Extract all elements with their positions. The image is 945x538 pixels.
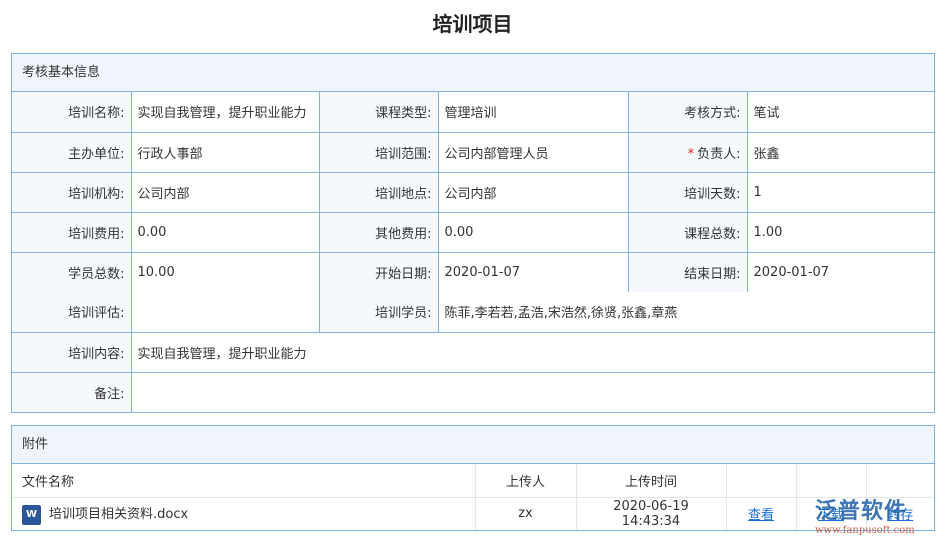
field-value: 公司内部 [437, 171, 629, 213]
field-value: 公司内部 [130, 171, 320, 213]
page-title: 培训项目 [432, 12, 513, 36]
field-label: 课程类型: [318, 92, 439, 133]
upload-time: 2020-06-19 14:43:34 [576, 497, 727, 530]
field-label: 学员总数: [12, 251, 132, 292]
field-label: 培训费用: [12, 211, 132, 253]
field-value: 0.00 [130, 211, 320, 253]
field-label-text: 负责人: [697, 146, 741, 162]
field-label: * 负责人: [627, 131, 748, 173]
info-row-remark: 备注: [12, 371, 934, 412]
field-label-text: 培训机构: [68, 186, 125, 202]
field-label-text: 其他费用: [375, 226, 432, 242]
attachments-header: 附件 [12, 426, 934, 464]
field-label-text: 考核方式: [684, 106, 741, 122]
field-label-text: 课程总数: [684, 226, 741, 242]
field-label-text: 培训地点: [375, 186, 432, 202]
field-label: 培训地点: [318, 171, 439, 213]
field-label-text: 培训费用: [68, 226, 125, 242]
field-label: 培训机构: [12, 171, 132, 213]
basic-info-header: 考核基本信息 [12, 54, 934, 92]
file-name: 培训项目相关资料.docx [49, 507, 189, 522]
table-row: W 培训项目相关资料.docx zx 2020-06-19 14:43:34 查看… [12, 497, 934, 530]
field-label: 培训名称: [12, 92, 132, 133]
field-label: 开始日期: [318, 251, 439, 292]
field-label: 培训内容: [12, 331, 132, 373]
field-value: 1 [746, 171, 934, 213]
field-value: 实现自我管理，提升职业能力 [130, 92, 320, 133]
field-label: 其他费用: [318, 211, 439, 253]
info-row: 主办单位: 行政人事部 培训范围: 公司内部管理人员 * 负责人: 张鑫 [12, 131, 934, 173]
field-label-text: 培训名称: [68, 106, 125, 122]
info-row: 培训名称: 实现自我管理，提升职业能力 课程类型: 管理培训 考核方式: 笔试 [12, 92, 934, 133]
field-value: 陈菲,李若若,孟浩,宋浩然,徐贤,张鑫,章燕 [437, 292, 934, 333]
basic-info-table: 培训名称: 实现自我管理，提升职业能力 课程类型: 管理培训 考核方式: 笔试主办单位: 行… [12, 92, 934, 412]
field-label: 课程总数: [627, 211, 748, 253]
field-label: 主办单位: [12, 131, 132, 173]
field-value: 实现自我管理，提升职业能力 [130, 331, 934, 373]
watermark-text: 泛普软件 [815, 499, 908, 524]
info-row-eval: 培训评估: 培训学员: 陈菲,李若若,孟浩,宋浩然,徐贤,张鑫,章燕 [12, 292, 934, 333]
field-value [130, 371, 934, 412]
field-value: 笔试 [746, 92, 934, 133]
field-label: 培训天数: [627, 171, 748, 213]
field-label-text: 主办单位: [68, 146, 125, 162]
field-value: 张鑫 [746, 131, 934, 173]
watermark-logo: 泛普软件 www.fanpusoft.com [815, 493, 915, 536]
info-row: 学员总数: 10.00 开始日期: 2020-01-07 结束日期: 2020-01-07 [12, 251, 934, 292]
field-value: 管理培训 [437, 92, 629, 133]
field-value [130, 292, 320, 333]
field-label: 培训评估: [12, 292, 132, 333]
attachments-table: 文件名称 上传人 上传时间 W 培训项目相关资料.docx zx 2020-06-… [12, 464, 934, 530]
file-name-cell: W 培训项目相关资料.docx [12, 497, 476, 530]
uploader: zx [475, 497, 577, 530]
view-link[interactable]: 查看 [748, 508, 774, 523]
field-label-text: 学员总数: [68, 266, 125, 282]
col-header: 上传人 [475, 464, 577, 498]
info-row-content: 培训内容: 实现自我管理，提升职业能力 [12, 331, 934, 373]
field-value: 2020-01-07 [437, 251, 629, 292]
field-value: 行政人事部 [130, 131, 320, 173]
field-label-text: 培训天数: [684, 186, 741, 202]
basic-info-panel: 考核基本信息 培训名称: 实现自我管理，提升职业能力 课程类型: 管理培训 考核方式: 笔… [11, 53, 935, 413]
watermark-url: www.fanpusoft.com [815, 525, 915, 536]
field-label-text: 课程类型: [375, 106, 432, 122]
field-label: 备注: [12, 371, 132, 412]
field-value: 10.00 [130, 251, 320, 292]
attachments-panel: 附件 文件名称 上传人 上传时间 W 培训项目相关资料.docx zx 2020-… [11, 425, 935, 531]
field-label: 结束日期: [627, 251, 748, 292]
attachments-header-row: 文件名称 上传人 上传时间 [12, 464, 934, 498]
field-label-text: 培训范围: [375, 146, 432, 162]
col-header: 上传时间 [576, 464, 727, 498]
field-value: 0.00 [437, 211, 629, 253]
info-row: 培训机构: 公司内部 培训地点: 公司内部 培训天数: 1 [12, 171, 934, 213]
field-label-text: 结束日期: [684, 266, 741, 282]
field-label: 培训学员: [318, 292, 439, 333]
field-label: 培训范围: [318, 131, 439, 173]
field-value: 1.00 [746, 211, 934, 253]
info-row: 培训费用: 0.00 其他费用: 0.00 课程总数: 1.00 [12, 211, 934, 253]
word-doc-icon: W [22, 504, 41, 525]
field-value: 公司内部管理人员 [437, 131, 629, 173]
required-mark: * [687, 146, 695, 162]
col-header: 文件名称 [12, 464, 476, 498]
field-value: 2020-01-07 [746, 251, 934, 292]
field-label: 考核方式: [627, 92, 748, 133]
field-label-text: 开始日期: [375, 266, 432, 282]
